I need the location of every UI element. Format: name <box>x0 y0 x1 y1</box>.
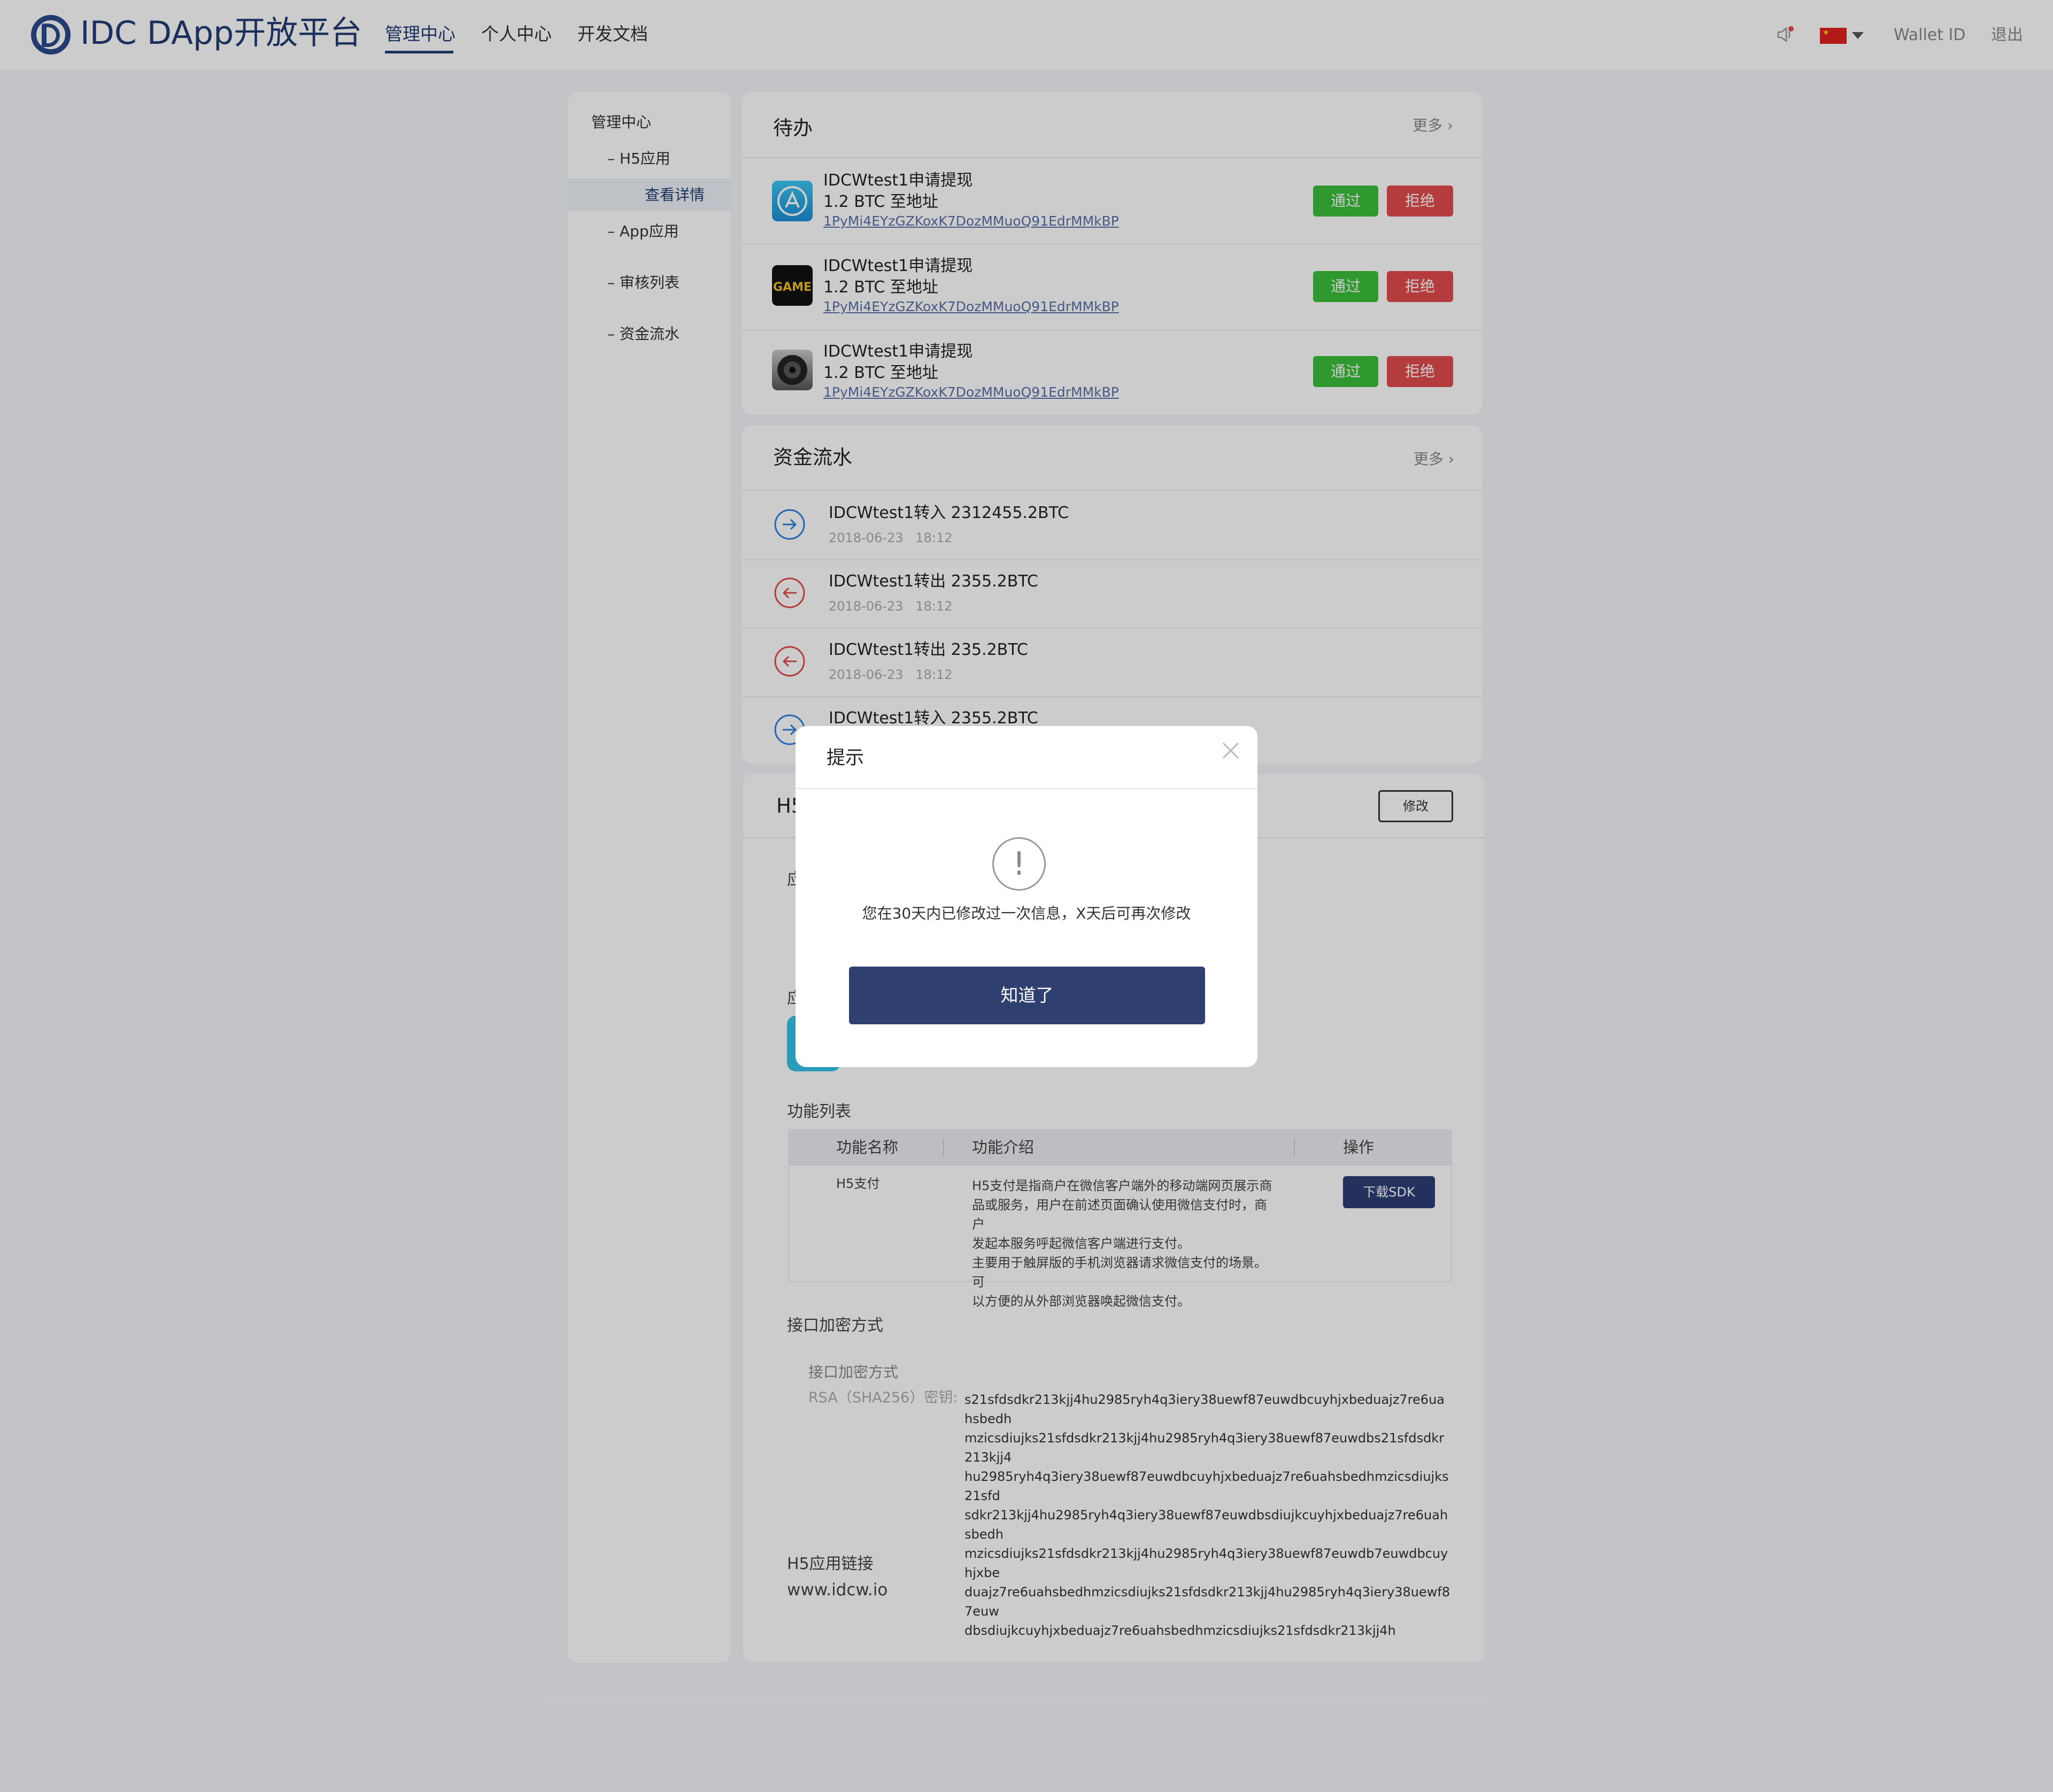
modal-divider <box>796 788 1257 789</box>
modal-title: 提示 <box>827 747 865 769</box>
close-icon[interactable] <box>1221 741 1240 760</box>
modal-message: 您在30天内已修改过一次信息，X天后可再次修改 <box>862 905 1191 922</box>
confirm-button[interactable]: 知道了 <box>849 967 1205 1024</box>
exclamation-icon: ! <box>992 837 1046 891</box>
